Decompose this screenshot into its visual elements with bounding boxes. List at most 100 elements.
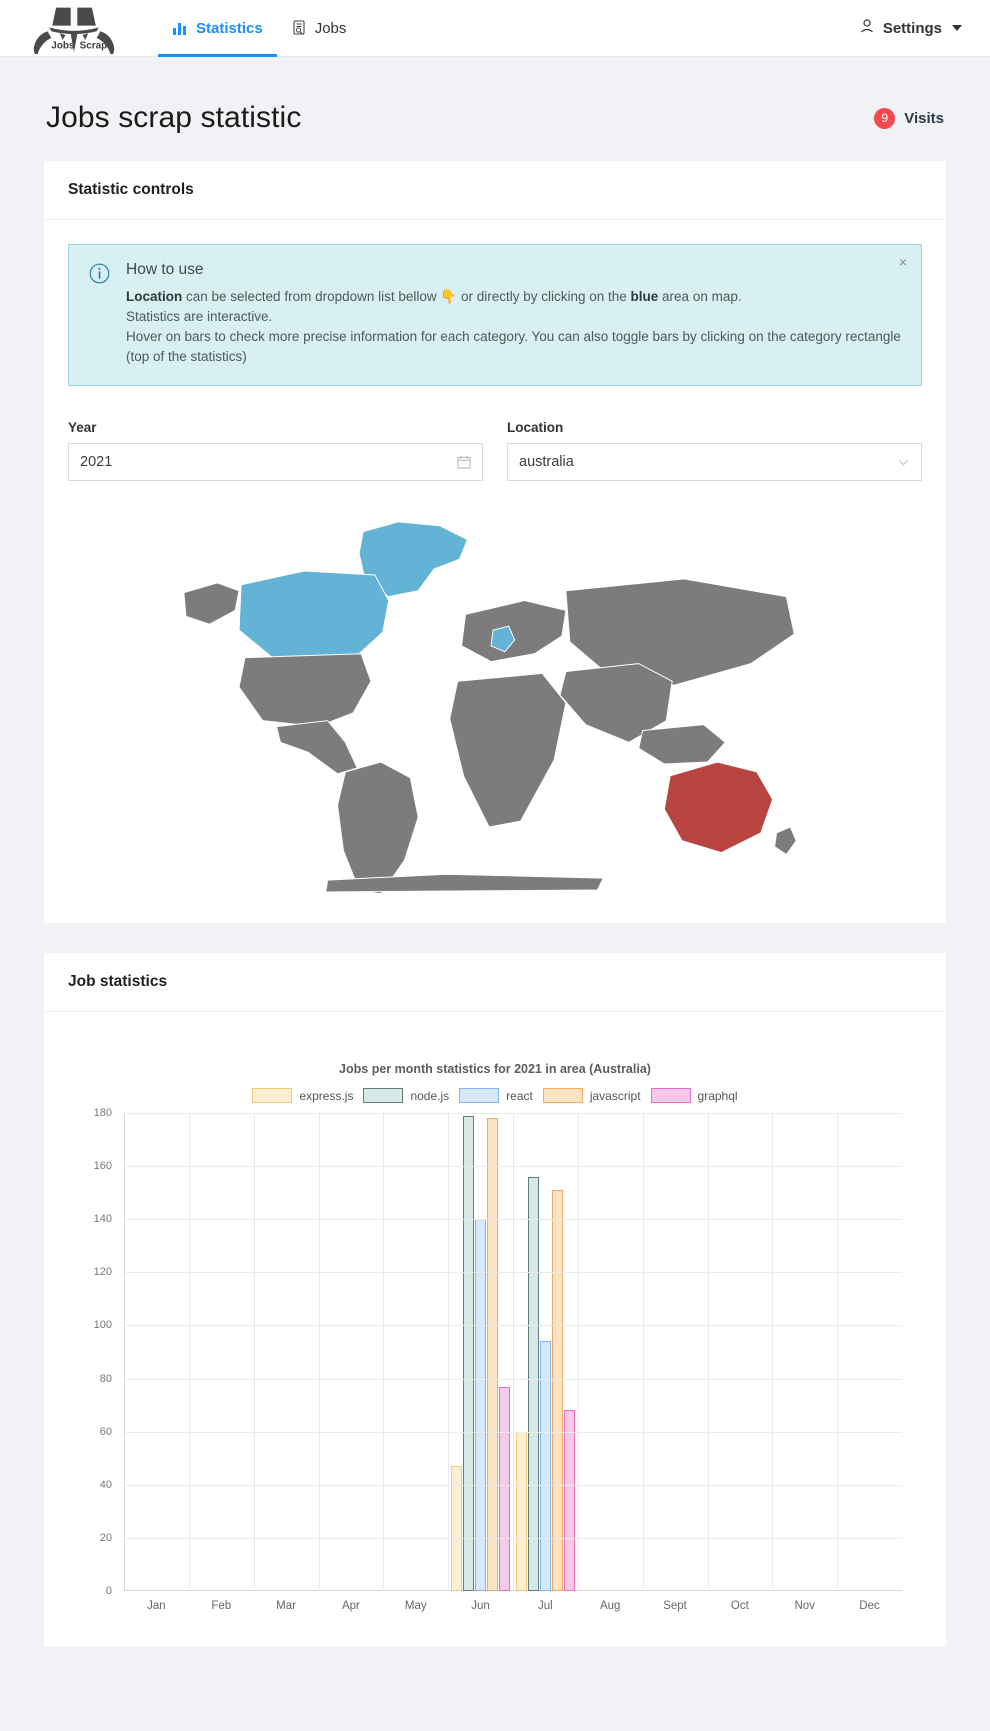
year-label: Year [68,420,97,435]
chart-y-tick: 120 [93,1266,112,1279]
map-region-africa[interactable] [449,672,567,828]
chart-vertical-gridline [383,1113,385,1591]
page-header: Jobs scrap statistic 9 Visits [44,57,946,161]
legend-item-node-js[interactable]: node.js [363,1088,449,1103]
chart-bar[interactable] [463,1115,475,1591]
how-to-use-body: How to use Location can be selected from… [126,261,901,367]
chart-y-tick: 80 [99,1372,112,1385]
location-label: Location [507,420,564,435]
chart-legend: express.js node.js react javascript graphql [78,1088,912,1103]
chart-x-tick: Aug [599,1600,621,1612]
chart-y-tick: 100 [93,1319,112,1332]
tab-statistics[interactable]: Statistics [158,0,277,57]
world-map[interactable] [180,507,810,893]
chart-group-oct [707,1113,772,1591]
chart-vertical-gridline [837,1113,839,1591]
legend-swatch-icon [459,1088,500,1103]
chart-bar[interactable] [487,1118,499,1591]
chart-plot[interactable]: 0 20 40 60 80 100 120 140 160 180 [94,1107,902,1597]
chart-x-tick: Jan [147,1600,166,1612]
job-statistics-title: Job statistics [44,953,946,1012]
visits-indicator[interactable]: 9 Visits [874,107,944,129]
page-title: Jobs scrap statistic [46,101,302,134]
tab-statistics-label: Statistics [196,19,263,37]
close-icon[interactable]: × [899,255,907,269]
app-logo[interactable]: Jobs Scrap [0,0,130,56]
chart-y-tick: 60 [99,1425,112,1438]
chart-bar[interactable] [475,1219,487,1591]
chart-y-tick: 140 [93,1213,112,1226]
alert-bold-location: Location [126,289,183,304]
statistic-controls-title: Statistic controls [44,161,946,220]
chart-y-axis: 0 20 40 60 80 100 120 140 160 180 [78,1107,118,1597]
chart-bar[interactable] [527,1176,539,1591]
year-input-value: 2021 [80,454,113,470]
chart-y-tick: 0 [105,1585,112,1597]
map-region-southeast-asia[interactable] [638,724,727,765]
file-search-icon [291,20,307,36]
chart-group-may [383,1113,448,1591]
job-statistics-body: Jobs per month statistics for 2021 in ar… [44,1012,946,1646]
alert-bold-blue: blue [630,289,659,304]
info-circle-icon [89,263,110,367]
tab-jobs[interactable]: Jobs [277,0,361,56]
location-select-value: australia [519,454,574,470]
map-region-europe[interactable] [461,600,567,663]
map-region-australia[interactable] [663,761,774,854]
map-region-canada[interactable] [238,570,390,665]
chart-bar[interactable] [499,1386,511,1591]
alert-line1-after: or directly by clicking on the [457,289,631,304]
visits-label: Visits [904,109,944,127]
settings-menu[interactable]: Settings [859,0,990,56]
chart-y-tick: 20 [99,1531,112,1544]
chart-y-tick: 160 [93,1160,112,1173]
chart-bar[interactable] [551,1190,563,1591]
location-select[interactable]: australia [507,443,922,481]
user-icon [859,18,875,38]
chart-vertical-gridline [642,1113,644,1591]
chart-vertical-gridline [448,1113,450,1591]
chart-group-mar [254,1113,319,1591]
chart-group-jun [448,1113,513,1591]
chevron-down-icon [897,456,910,469]
legend-swatch-icon [542,1088,583,1103]
year-input[interactable]: 2021 [68,443,483,481]
filters-row: Year 2021 Location australia [68,420,922,481]
legend-item-graphql[interactable]: graphql [650,1088,738,1103]
statistic-controls-card: Statistic controls How to use Location c… [44,161,946,923]
legend-item-javascript[interactable]: javascript [542,1088,641,1103]
chart-x-tick: Dec [859,1600,880,1612]
map-region-usa[interactable] [238,653,372,728]
logo-text-right: Scrap [80,40,108,51]
legend-item-express-js[interactable]: express.js [252,1088,353,1103]
chart-group-feb [189,1113,254,1591]
page-content: Jobs scrap statistic 9 Visits Statistic … [0,57,990,1646]
chart-vertical-gridline [253,1113,255,1591]
alert-line1-end: area on map. [658,289,742,304]
chart-group-dec [837,1113,902,1591]
chart-bar[interactable] [563,1410,575,1591]
logo-text-left: Jobs [51,40,75,51]
map-region-new-zealand[interactable] [774,826,797,856]
legend-label: graphql [697,1088,738,1103]
map-region-mexico[interactable] [275,720,358,775]
how-to-use-alert: How to use Location can be selected from… [68,244,922,386]
chart-bar[interactable] [515,1431,527,1591]
chart-area: Jobs per month statistics for 2021 in ar… [68,1036,922,1622]
map-region-alaska[interactable] [183,582,240,625]
map-region-south-america[interactable] [337,761,419,893]
location-field: Location australia [507,420,922,481]
how-to-use-line-1: Location can be selected from dropdown l… [126,287,901,307]
how-to-use-title: How to use [126,261,204,278]
legend-swatch-icon [363,1088,404,1103]
visits-badge: 9 [874,107,896,129]
chevron-down-icon [952,25,962,31]
settings-label: Settings [882,19,942,37]
legend-item-react[interactable]: react [459,1088,533,1103]
chart-y-tick: 40 [99,1478,112,1491]
chart-group-sept [643,1113,708,1591]
legend-label: react [506,1088,533,1103]
alert-line1-mid: can be selected from dropdown list bello… [182,289,441,304]
chart-x-tick: May [404,1600,427,1612]
chart-vertical-gridline [513,1113,514,1591]
